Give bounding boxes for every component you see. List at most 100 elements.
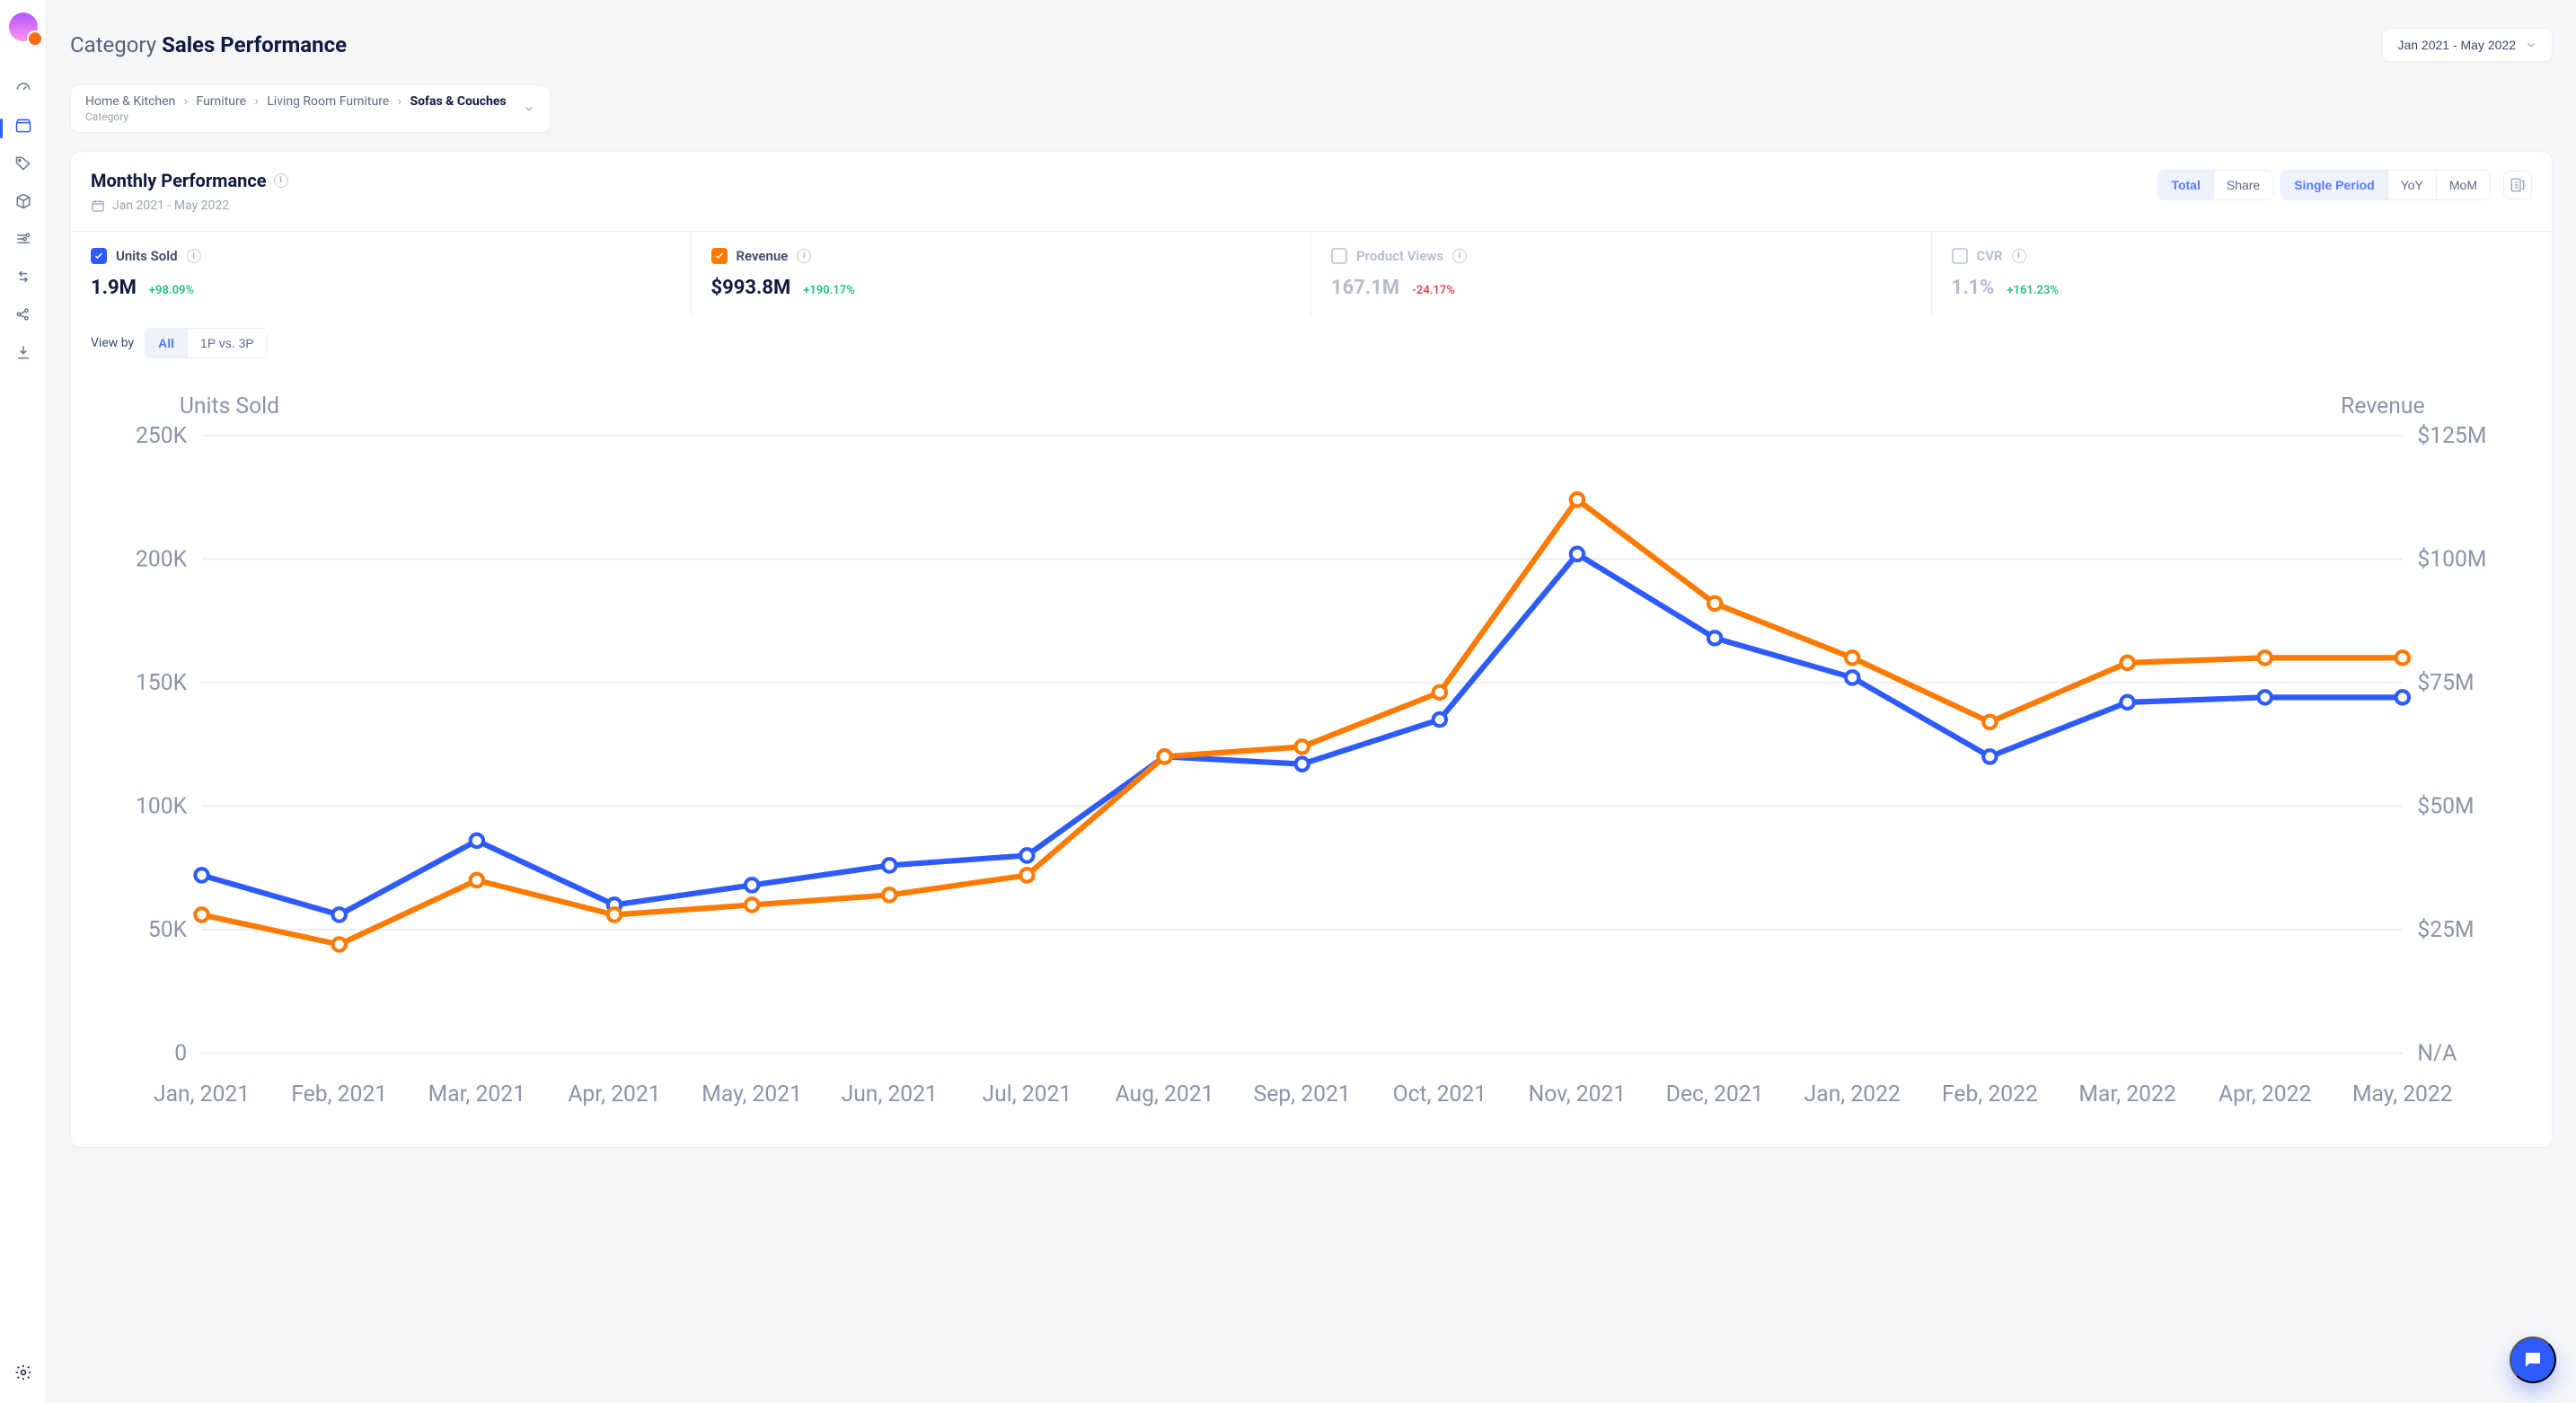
kpi-product-views[interactable]: Product Views 167.1M -24.17% [1311, 232, 1932, 315]
chevron-down-icon [2525, 39, 2537, 51]
kpi-revenue[interactable]: Revenue $993.8M +190.17% [692, 232, 1312, 315]
tab-single-period[interactable]: Single Period [2281, 171, 2387, 199]
sidebar [0, 0, 47, 1403]
svg-text:Nov, 2021: Nov, 2021 [1529, 1081, 1627, 1107]
kpi-delta: +161.23% [2007, 284, 2059, 297]
sliders-icon[interactable] [14, 230, 32, 248]
svg-text:Apr, 2022: Apr, 2022 [2219, 1081, 2311, 1107]
period-toggle: Single Period YoY MoM [2280, 170, 2491, 200]
kpi-value: 1.9M [91, 277, 137, 299]
performance-line-chart[interactable]: Units SoldRevenue050K100K150K200K250KN/A… [91, 380, 2532, 1120]
chat-fab[interactable] [2510, 1337, 2556, 1383]
breadcrumb-sep: › [398, 94, 401, 109]
tab-share[interactable]: Share [2214, 171, 2272, 199]
svg-text:150K: 150K [136, 670, 188, 696]
checkbox-units-sold[interactable] [91, 248, 107, 264]
breadcrumb-card[interactable]: Home & Kitchen › Furniture › Living Room… [70, 84, 551, 133]
svg-text:Dec, 2021: Dec, 2021 [1666, 1081, 1764, 1107]
svg-text:Oct, 2021: Oct, 2021 [1393, 1081, 1486, 1107]
breadcrumb-item[interactable]: Living Room Furniture [267, 94, 389, 109]
svg-text:N/A: N/A [2417, 1041, 2457, 1067]
breadcrumb: Home & Kitchen › Furniture › Living Room… [85, 94, 507, 123]
kpi-value: 1.1% [1952, 277, 1995, 299]
tab-mom[interactable]: MoM [2437, 171, 2490, 199]
page-title-prefix: Category [70, 32, 162, 57]
svg-text:Revenue: Revenue [2341, 393, 2424, 419]
kpi-units-sold[interactable]: Units Sold 1.9M +98.09% [71, 232, 692, 315]
svg-text:Jan, 2022: Jan, 2022 [1804, 1081, 1901, 1107]
tag-icon[interactable] [14, 154, 32, 172]
avatar[interactable] [9, 13, 38, 41]
svg-text:$100M: $100M [2417, 547, 2486, 573]
share-icon[interactable] [14, 305, 32, 323]
view-by-toggle: All 1P vs. 3P [145, 328, 268, 358]
storefront-icon[interactable] [14, 117, 32, 135]
svg-text:$25M: $25M [2417, 917, 2474, 943]
gear-icon[interactable] [14, 1363, 32, 1385]
svg-text:Mar, 2021: Mar, 2021 [428, 1081, 525, 1107]
kpi-label: Revenue [737, 248, 789, 264]
checkbox-revenue[interactable] [711, 248, 728, 264]
kpi-delta: -24.17% [1412, 284, 1455, 297]
checkbox-product-views[interactable] [1331, 248, 1347, 264]
breadcrumb-item[interactable]: Furniture [196, 94, 246, 109]
panel-header: Monthly Performance Jan 2021 - May 2022 … [71, 152, 2552, 232]
chevron-down-icon [523, 102, 535, 115]
chart-container: Units SoldRevenue050K100K150K200K250KN/A… [71, 371, 2552, 1147]
svg-text:Feb, 2022: Feb, 2022 [1942, 1081, 2038, 1107]
svg-text:Jun, 2021: Jun, 2021 [842, 1081, 938, 1107]
svg-text:Apr, 2021: Apr, 2021 [568, 1081, 660, 1107]
kpi-label: Product Views [1356, 248, 1443, 264]
download-icon[interactable] [14, 343, 32, 361]
viewby-option-1p3p[interactable]: 1P vs. 3P [188, 329, 267, 357]
calendar-icon [91, 199, 105, 213]
info-icon[interactable] [2012, 249, 2026, 263]
kpi-delta: +98.09% [149, 284, 194, 297]
kpi-value: 167.1M [1331, 277, 1399, 299]
svg-text:0: 0 [174, 1041, 187, 1067]
breadcrumb-sub: Category [85, 110, 507, 123]
panel-title-text: Monthly Performance [91, 170, 267, 191]
svg-text:200K: 200K [136, 547, 188, 573]
checkbox-cvr[interactable] [1952, 248, 1968, 264]
svg-text:100K: 100K [136, 794, 188, 820]
kpi-delta: +190.17% [803, 284, 855, 297]
tab-total[interactable]: Total [2158, 171, 2213, 199]
viewby-option-all[interactable]: All [146, 329, 188, 357]
date-range-picker[interactable]: Jan 2021 - May 2022 [2382, 28, 2553, 62]
speedometer-icon[interactable] [14, 79, 32, 97]
info-icon[interactable] [274, 173, 288, 188]
kpi-label: CVR [1977, 248, 2003, 264]
svg-text:May, 2021: May, 2021 [701, 1081, 802, 1107]
panel-title: Monthly Performance [91, 170, 288, 191]
panel-subtitle: Jan 2021 - May 2022 [91, 199, 288, 213]
total-share-toggle: Total Share [2157, 170, 2273, 200]
svg-text:Units Sold: Units Sold [180, 393, 279, 419]
breadcrumb-sep: › [184, 94, 188, 109]
svg-text:Feb, 2021: Feb, 2021 [291, 1081, 387, 1107]
breadcrumb-item[interactable]: Home & Kitchen [85, 94, 175, 109]
svg-text:50K: 50K [148, 917, 188, 943]
info-icon[interactable] [797, 249, 811, 263]
tab-yoy[interactable]: YoY [2388, 171, 2437, 199]
svg-text:May, 2022: May, 2022 [2352, 1081, 2453, 1107]
export-button[interactable] [2503, 171, 2532, 199]
svg-text:Jan, 2021: Jan, 2021 [154, 1081, 250, 1107]
cube-icon[interactable] [14, 192, 32, 210]
monthly-performance-panel: Monthly Performance Jan 2021 - May 2022 … [70, 151, 2553, 1148]
compare-icon[interactable] [14, 268, 32, 286]
panel-controls: Total Share Single Period YoY MoM [2157, 170, 2532, 200]
svg-text:Sep, 2021: Sep, 2021 [1254, 1081, 1351, 1107]
info-icon[interactable] [187, 249, 201, 263]
date-range-label: Jan 2021 - May 2022 [2397, 38, 2516, 52]
kpi-cvr[interactable]: CVR 1.1% +161.23% [1932, 232, 2553, 315]
kpi-row: Units Sold 1.9M +98.09% Revenue $993.8M … [71, 232, 2552, 315]
view-by-label: View by [91, 336, 134, 350]
info-icon[interactable] [1452, 249, 1467, 263]
view-by: View by All 1P vs. 3P [71, 315, 2552, 371]
panel-date-range: Jan 2021 - May 2022 [112, 199, 229, 213]
breadcrumb-item[interactable]: Sofas & Couches [410, 94, 506, 109]
svg-text:Aug, 2021: Aug, 2021 [1116, 1081, 1214, 1107]
sidebar-nav [14, 79, 32, 361]
breadcrumb-path: Home & Kitchen › Furniture › Living Room… [85, 94, 507, 109]
